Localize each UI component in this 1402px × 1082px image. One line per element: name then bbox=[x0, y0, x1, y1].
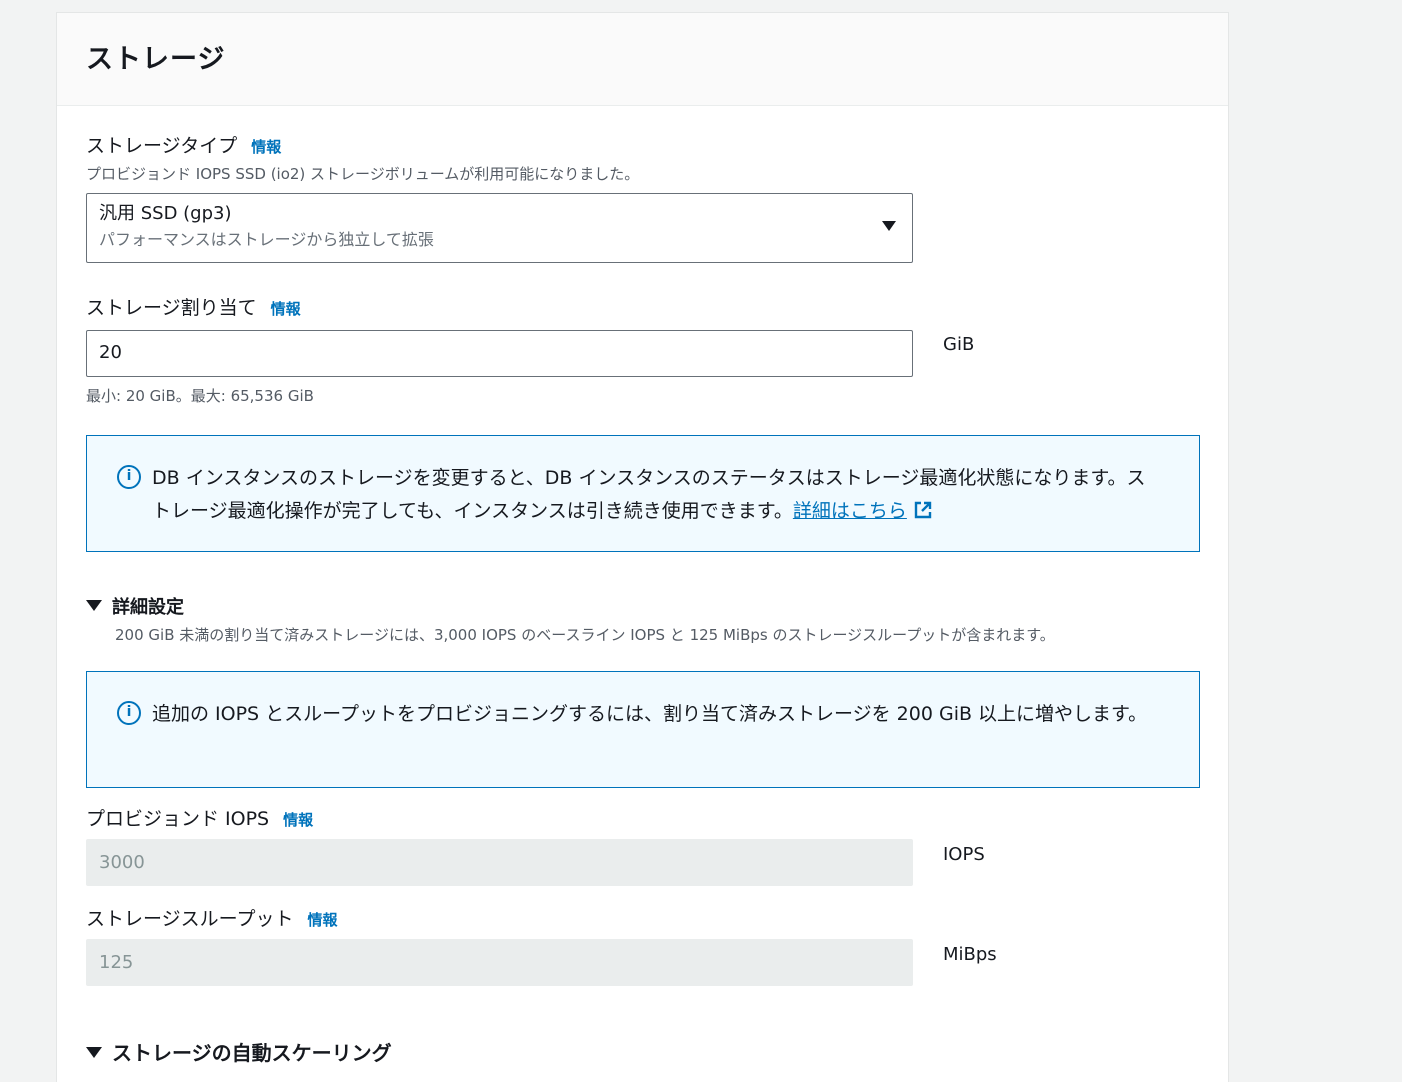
throughput-label-row: ストレージスループット 情報 bbox=[86, 904, 338, 931]
autoscaling-toggle[interactable]: ストレージの自動スケーリング bbox=[86, 1037, 392, 1066]
allocation-label: ストレージ割り当て bbox=[86, 297, 257, 319]
iops-unit: IOPS bbox=[943, 844, 985, 865]
storage-type-label: ストレージタイプ bbox=[86, 135, 238, 157]
caret-down-icon bbox=[86, 600, 102, 611]
learn-more-link[interactable]: 詳細はこちら bbox=[793, 500, 907, 522]
panel-header: ストレージ bbox=[57, 13, 1228, 106]
storage-change-alert-text: DB インスタンスのストレージを変更すると、DB インスタンスのステータスはスト… bbox=[152, 462, 1159, 528]
iops-label: プロビジョンド IOPS bbox=[86, 808, 270, 830]
storage-type-description: プロビジョンド IOPS SSD (io2) ストレージボリュームが利用可能にな… bbox=[86, 165, 640, 183]
iops-alert-text: 追加の IOPS とスループットをプロビジョニングするには、割り当て済みストレー… bbox=[152, 703, 1148, 725]
external-link-icon[interactable] bbox=[913, 500, 933, 520]
allocation-info-link[interactable]: 情報 bbox=[271, 300, 301, 318]
iops-info-link[interactable]: 情報 bbox=[283, 811, 313, 829]
iops-input: 3000 bbox=[86, 839, 913, 886]
allocation-input[interactable]: 20 bbox=[86, 330, 913, 377]
throughput-input: 125 bbox=[86, 939, 913, 986]
throughput-info-link[interactable]: 情報 bbox=[307, 911, 337, 929]
storage-type-select[interactable]: 汎用 SSD (gp3) パフォーマンスはストレージから独立して拡張 bbox=[86, 193, 913, 263]
allocation-label-row: ストレージ割り当て 情報 bbox=[86, 293, 301, 320]
storage-panel: ストレージ ストレージタイプ 情報 プロビジョンド IOPS SSD (io2) … bbox=[56, 12, 1229, 1082]
caret-down-icon bbox=[882, 221, 896, 231]
storage-type-selected-sub: パフォーマンスはストレージから独立して拡張 bbox=[99, 230, 434, 249]
allocation-hint: 最小: 20 GiB。最大: 65,536 GiB bbox=[86, 387, 314, 405]
iops-alert: i 追加の IOPS とスループットをプロビジョニングするには、割り当て済みスト… bbox=[86, 671, 1200, 788]
autoscaling-label: ストレージの自動スケーリング bbox=[112, 1041, 392, 1065]
storage-type-label-row: ストレージタイプ 情報 bbox=[86, 131, 281, 158]
info-icon: i bbox=[117, 701, 141, 725]
iops-label-row: プロビジョンド IOPS 情報 bbox=[86, 804, 313, 831]
info-icon: i bbox=[117, 465, 141, 489]
storage-type-selected-value: 汎用 SSD (gp3) bbox=[99, 203, 232, 224]
advanced-settings-toggle[interactable]: 詳細設定 bbox=[86, 593, 184, 619]
allocation-unit: GiB bbox=[943, 334, 975, 355]
caret-down-icon bbox=[86, 1047, 102, 1058]
advanced-settings-description: 200 GiB 未満の割り当て済みストレージには、3,000 IOPS のベース… bbox=[115, 626, 1055, 644]
panel-title: ストレージ bbox=[86, 44, 226, 75]
throughput-label: ストレージスループット bbox=[86, 908, 294, 930]
throughput-unit: MiBps bbox=[943, 944, 997, 965]
alert-message: DB インスタンスのストレージを変更すると、DB インスタンスのステータスはスト… bbox=[152, 467, 1146, 522]
storage-type-info-link[interactable]: 情報 bbox=[251, 138, 281, 156]
storage-change-alert: i DB インスタンスのストレージを変更すると、DB インスタンスのステータスは… bbox=[86, 435, 1200, 552]
advanced-settings-label: 詳細設定 bbox=[112, 597, 184, 618]
